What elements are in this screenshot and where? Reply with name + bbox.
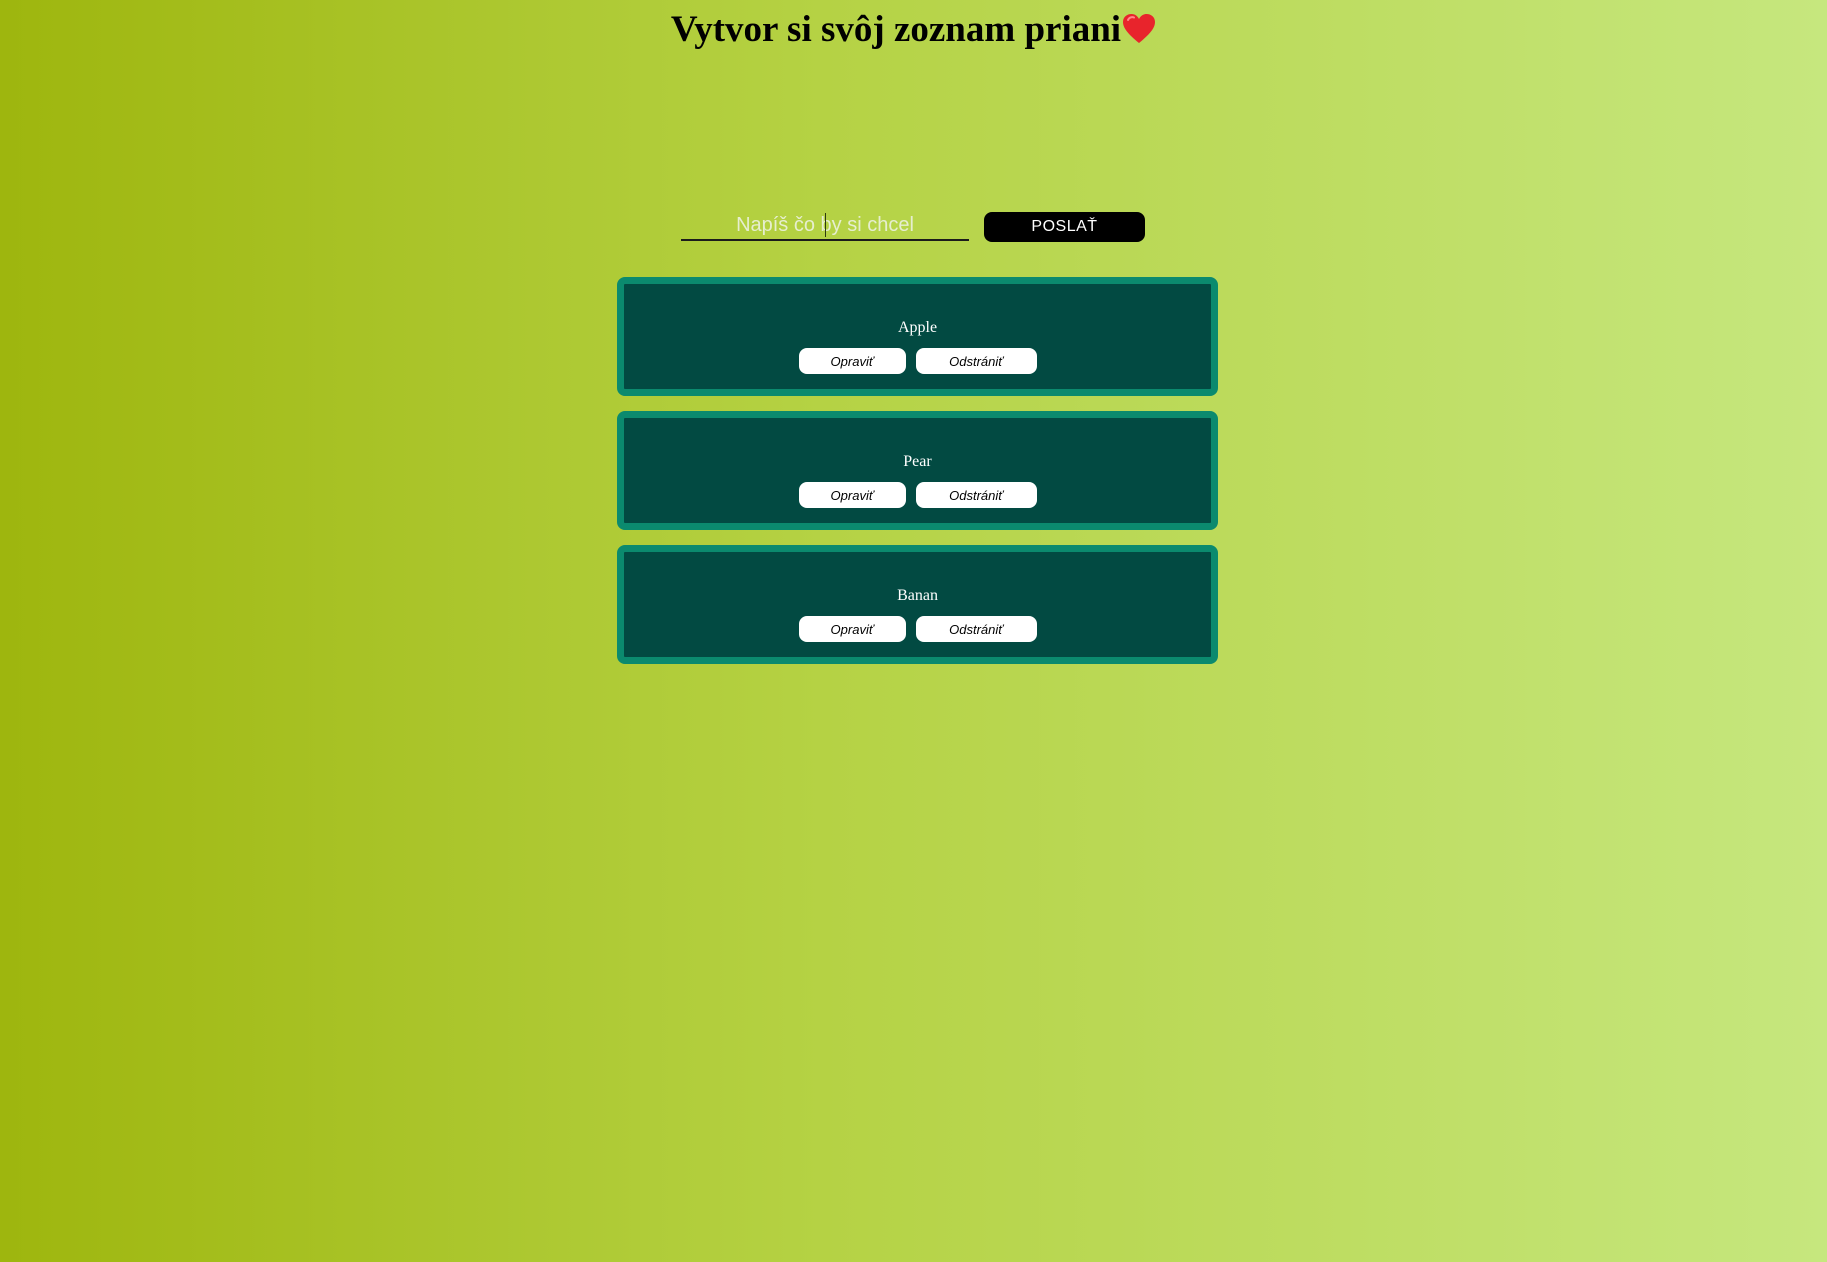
heart-icon — [1123, 14, 1156, 43]
delete-button[interactable]: Odstrániť — [915, 348, 1037, 374]
wish-item-actions: Opraviť Odstrániť — [624, 616, 1211, 642]
wish-item-actions: Opraviť Odstrániť — [624, 348, 1211, 374]
wish-item: Banan Opraviť Odstrániť — [617, 545, 1218, 664]
wish-form: POSLAŤ — [0, 211, 1827, 243]
edit-button[interactable]: Opraviť — [798, 616, 906, 642]
text-caret — [825, 213, 826, 237]
edit-button[interactable]: Opraviť — [798, 482, 906, 508]
delete-button[interactable]: Odstrániť — [915, 482, 1037, 508]
page-title: Vytvor si svôj zoznam priani — [0, 10, 1827, 50]
delete-button[interactable]: Odstrániť — [915, 616, 1037, 642]
wish-item-actions: Opraviť Odstrániť — [624, 482, 1211, 508]
wish-item-label: Pear — [903, 453, 932, 470]
wish-item: Pear Opraviť Odstrániť — [617, 411, 1218, 530]
wish-list: Apple Opraviť Odstrániť Pear Opraviť Odstr… — [617, 277, 1218, 679]
wish-item-label: Banan — [897, 587, 938, 604]
edit-button[interactable]: Opraviť — [798, 348, 906, 374]
send-button[interactable]: POSLAŤ — [984, 212, 1145, 242]
wish-item-label: Apple — [897, 319, 938, 336]
wish-item: Apple Opraviť Odstrániť — [617, 277, 1218, 396]
page-title-text: Vytvor si svôj zoznam priani — [670, 9, 1122, 50]
